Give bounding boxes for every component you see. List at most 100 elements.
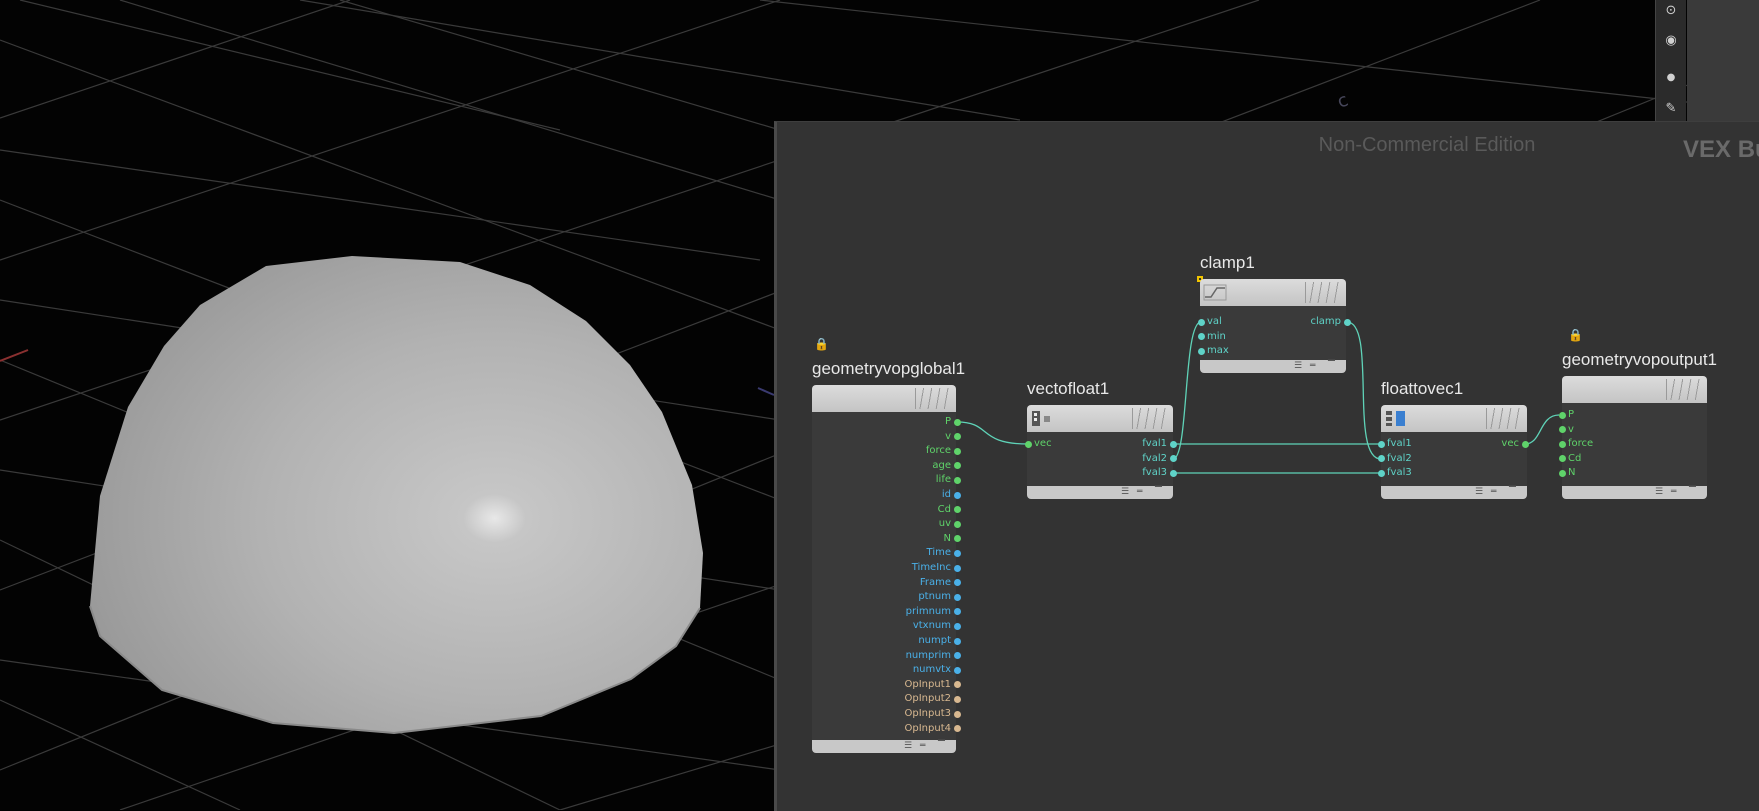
port-connector[interactable] — [1558, 411, 1566, 419]
wire-vec-to-output — [1524, 414, 1560, 445]
viewport-display-toolbar: ⊙ ◉ ● ✎ — [1655, 0, 1686, 121]
port-connector[interactable] — [1558, 469, 1566, 477]
port-label-ptnum: ptnum — [918, 591, 951, 603]
lock-icon: 🔒 — [1568, 328, 1583, 342]
port-connector[interactable] — [953, 535, 961, 543]
port-label-opinput3: OpInput3 — [904, 708, 951, 719]
port-connector[interactable] — [1197, 318, 1205, 326]
clamp-icon — [1203, 284, 1227, 301]
node-footer[interactable]: ☰ ═ ▔ — [1381, 486, 1527, 499]
port-label-fval2: fval2 — [1142, 452, 1167, 464]
port-connector[interactable] — [1197, 347, 1205, 355]
port-connector[interactable] — [953, 622, 961, 630]
vectofloat-icon — [1032, 411, 1050, 426]
port-connector[interactable] — [953, 666, 961, 674]
port-label-max: max — [1207, 345, 1229, 356]
port-connector[interactable] — [1343, 318, 1351, 326]
port-connector[interactable] — [953, 579, 961, 587]
node-header[interactable] — [1027, 405, 1173, 432]
node-footer[interactable]: ☰ ═ ▔ — [1027, 486, 1173, 499]
port-connector[interactable] — [1169, 440, 1177, 448]
node-header[interactable] — [1381, 405, 1527, 432]
port-label-n: N — [1568, 467, 1576, 478]
port-label-val: val — [1207, 316, 1222, 327]
eye-scale-icon[interactable]: ⊙ — [1660, 0, 1682, 22]
port-label-opinput4: OpInput4 — [904, 722, 951, 734]
port-label-uv: uv — [938, 518, 951, 530]
port-connector[interactable] — [953, 418, 961, 426]
port-connector[interactable] — [1377, 440, 1385, 448]
port-connector[interactable] — [953, 520, 961, 528]
node-header[interactable] — [1200, 279, 1346, 306]
port-label-fval2: fval2 — [1387, 452, 1412, 464]
port-label-cd: Cd — [937, 503, 951, 515]
port-connector[interactable] — [953, 608, 961, 616]
network-editor[interactable]: Non-Commercial Edition VEX Bu 🔒 geometry… — [774, 121, 1759, 811]
port-connector[interactable] — [953, 710, 961, 718]
port-label-opinput1: OpInput1 — [904, 678, 951, 690]
port-label-cd: Cd — [1568, 452, 1582, 464]
port-connector[interactable] — [953, 506, 961, 514]
port-connector[interactable] — [1024, 440, 1032, 448]
context-label: VEX Bu — [1683, 136, 1759, 163]
wire-fval2-to-clamp — [1172, 321, 1202, 460]
port-connector[interactable] — [953, 637, 961, 645]
port-connector[interactable] — [953, 564, 961, 572]
port-label-timeinc: TimeInc — [911, 562, 951, 573]
port-label-vtxnum: vtxnum — [912, 620, 951, 632]
node-header[interactable] — [812, 385, 956, 412]
port-label-id: id — [941, 489, 951, 500]
toolbar-side-panel — [1687, 0, 1759, 121]
port-label-fval3: fval3 — [1142, 467, 1167, 478]
port-label-fval1: fval1 — [1387, 438, 1412, 449]
port-label-life: life — [935, 474, 951, 486]
point-icon[interactable]: ● — [1660, 67, 1682, 89]
port-connector[interactable] — [1558, 440, 1566, 448]
watermark-text: Non-Commercial Edition — [1318, 134, 1536, 156]
port-connector[interactable] — [953, 725, 961, 733]
port-connector[interactable] — [1521, 440, 1529, 448]
port-connector[interactable] — [953, 549, 961, 557]
port-connector[interactable] — [1377, 455, 1385, 462]
node-header[interactable] — [1562, 376, 1707, 403]
wire-clamp-to-floattovec — [1346, 321, 1382, 460]
node-footer[interactable]: ☰ ═ ▔ — [1200, 360, 1346, 373]
port-label-vec: vec — [1501, 438, 1519, 449]
node-footer[interactable]: ☰ ═ ▔ — [812, 740, 956, 753]
port-label-n: N — [943, 532, 951, 544]
node-title: geometryvopoutput1 — [1562, 350, 1717, 369]
port-label-primnum: primnum — [905, 605, 951, 617]
port-connector[interactable] — [953, 447, 961, 455]
port-label-time: Time — [926, 547, 951, 559]
port-label-fval1: fval1 — [1142, 438, 1167, 449]
port-label-vec: vec — [1034, 438, 1052, 449]
port-connector[interactable] — [1377, 469, 1385, 477]
port-connector[interactable] — [953, 491, 961, 499]
eye-display-icon[interactable]: ◉ — [1660, 30, 1682, 52]
node-title: geometryvopglobal1 — [812, 359, 966, 378]
port-connector[interactable] — [953, 652, 961, 660]
port-connector[interactable] — [953, 681, 961, 689]
port-connector[interactable] — [1197, 333, 1205, 340]
port-connector[interactable] — [953, 695, 961, 703]
port-connector[interactable] — [1169, 469, 1177, 477]
port-connector[interactable] — [1169, 455, 1177, 462]
port-label-opinput2: OpInput2 — [904, 693, 951, 705]
port-label-numvtx: numvtx — [912, 664, 951, 676]
port-connector[interactable] — [1558, 426, 1566, 433]
port-label-numprim: numprim — [905, 649, 951, 661]
port-label-p: P — [1568, 409, 1575, 420]
port-label-p: P — [944, 416, 951, 427]
wire-global-P-to-vectofloat — [956, 421, 1029, 445]
port-label-v: v — [945, 430, 951, 442]
port-connector[interactable] — [953, 593, 961, 601]
node-footer[interactable]: ☰ ═ ▔ — [1562, 486, 1707, 499]
brush-icon[interactable]: ✎ — [1660, 98, 1682, 120]
port-label-force: force — [1568, 438, 1594, 449]
port-connector[interactable] — [953, 476, 961, 484]
port-connector[interactable] — [1558, 455, 1566, 462]
port-connector[interactable] — [953, 462, 961, 470]
port-label-age: age — [932, 459, 951, 471]
node-title: floattovec1 — [1381, 379, 1464, 398]
port-connector[interactable] — [953, 433, 961, 441]
